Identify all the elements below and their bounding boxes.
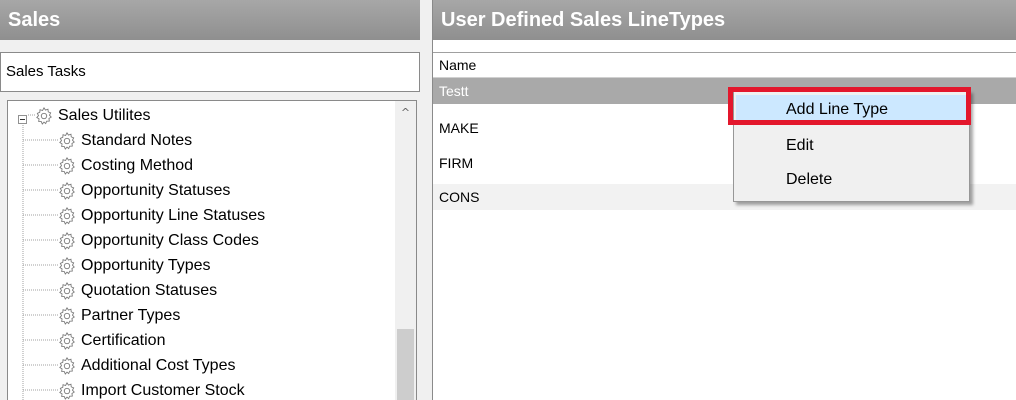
tree-node-label: Costing Method xyxy=(81,156,194,174)
menu-item-add-line-type[interactable]: Add Line Type xyxy=(736,95,967,125)
tree-node-certification[interactable]: Certification xyxy=(58,328,165,353)
sales-utilities-tree[interactable]: Sales Utilites Standard Notes Costing Me… xyxy=(7,100,417,400)
tree-node-label: Import Customer Stock xyxy=(81,381,245,399)
gear-icon xyxy=(36,106,52,125)
tree-node-opportunity-line-statuses[interactable]: Opportunity Line Statuses xyxy=(58,203,265,228)
gear-icon xyxy=(59,231,75,250)
tree-node-label: Sales Utilites xyxy=(58,106,151,124)
gear-icon xyxy=(59,156,75,175)
tree-node-label: Opportunity Types xyxy=(81,256,211,274)
tree-node-opportunity-types[interactable]: Opportunity Types xyxy=(58,253,211,278)
context-menu: Add Line Type Edit Delete xyxy=(728,87,971,202)
tree-node-label: Partner Types xyxy=(81,306,181,324)
tree-node-label: Opportunity Class Codes xyxy=(81,231,259,249)
gear-icon xyxy=(59,306,75,325)
tree-node-label: Certification xyxy=(81,331,166,349)
pane-splitter[interactable] xyxy=(424,0,432,400)
gear-icon xyxy=(59,181,75,200)
tree-node-standard-notes[interactable]: Standard Notes xyxy=(58,128,192,153)
tree-node-quotation-statuses[interactable]: Quotation Statuses xyxy=(58,278,217,303)
sales-panel-title: Sales xyxy=(0,0,420,40)
menu-item-delete[interactable]: Delete xyxy=(736,165,967,195)
gear-icon xyxy=(59,331,75,350)
tree-node-import-customer-stock[interactable]: Import Customer Stock xyxy=(58,378,245,400)
gear-icon xyxy=(59,381,75,400)
tree-node-label: Standard Notes xyxy=(81,131,193,149)
tree-vertical-scrollbar[interactable]: ^ xyxy=(395,101,416,400)
tree-node-label: Quotation Statuses xyxy=(81,281,218,299)
gear-icon xyxy=(59,206,75,225)
gear-icon xyxy=(59,281,75,300)
tree-node-opportunity-statuses[interactable]: Opportunity Statuses xyxy=(58,178,230,203)
tree-node-additional-cost-types[interactable]: Additional Cost Types xyxy=(58,353,235,378)
gear-icon xyxy=(59,356,75,375)
gear-icon xyxy=(59,256,75,275)
tree-node-label: Opportunity Statuses xyxy=(81,181,231,199)
sales-tasks-bar[interactable]: Sales Tasks xyxy=(0,52,420,92)
tree-node-opportunity-class-codes[interactable]: Opportunity Class Codes xyxy=(58,228,259,253)
scrollbar-thumb[interactable] xyxy=(397,329,414,400)
scroll-up-arrow-icon[interactable]: ^ xyxy=(395,101,416,122)
menu-item-edit[interactable]: Edit xyxy=(736,131,967,161)
line-types-panel-title: User Defined Sales LineTypes xyxy=(433,0,1016,40)
tree-node-costing-method[interactable]: Costing Method xyxy=(58,153,193,178)
gear-icon xyxy=(59,131,75,150)
column-header-name[interactable]: Name xyxy=(433,52,1016,78)
tree-node-partner-types[interactable]: Partner Types xyxy=(58,303,180,328)
tree-collapse-toggle[interactable] xyxy=(18,115,27,124)
tree-node-sales-utilites[interactable]: Sales Utilites xyxy=(35,103,150,128)
tree-node-label: Opportunity Line Statuses xyxy=(81,206,266,224)
tree-node-label: Additional Cost Types xyxy=(81,356,236,374)
sales-panel: Sales Sales Tasks Sales Utilites Standar… xyxy=(0,0,424,400)
